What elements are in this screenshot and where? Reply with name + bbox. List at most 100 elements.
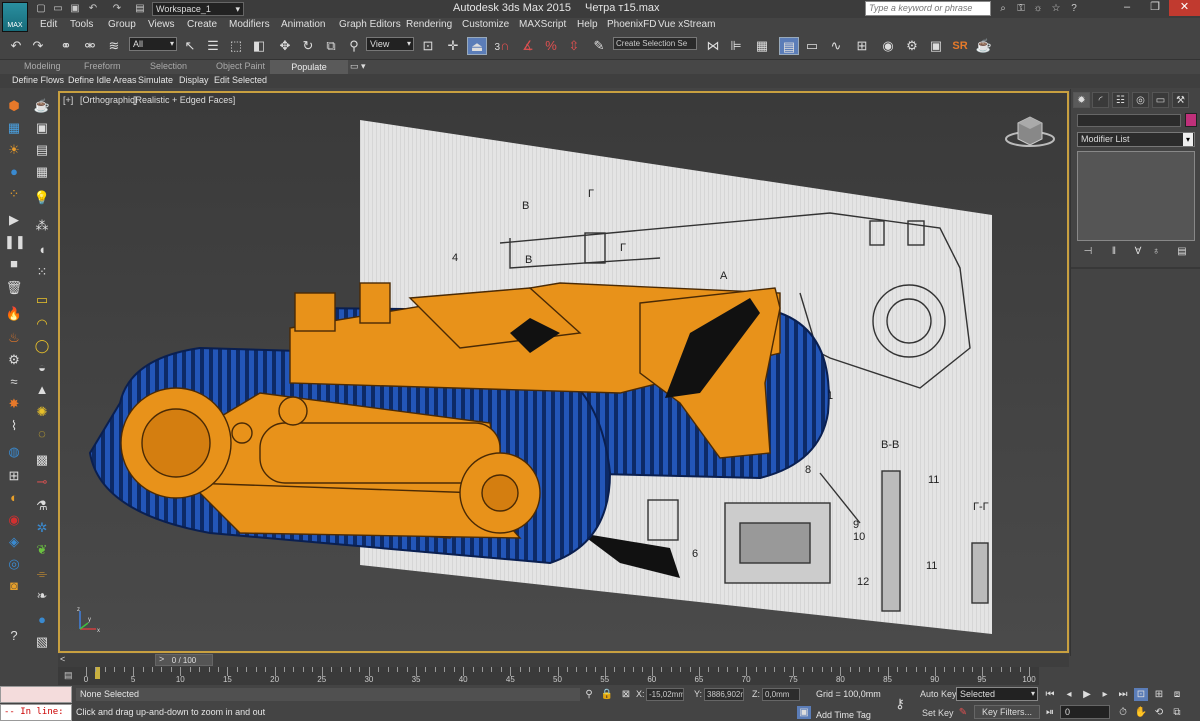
modify-tab-icon[interactable]: ◜ — [1092, 92, 1109, 108]
key-filters-button[interactable]: Key Filters... — [974, 705, 1040, 719]
simulate-button[interactable]: Simulate — [138, 75, 173, 85]
time-slider-next[interactable]: > — [159, 654, 164, 664]
edit-selected-button[interactable]: Edit Selected — [214, 75, 267, 85]
named-selection-set-dropdown[interactable]: Create Selection Se — [613, 37, 697, 50]
tab-selection[interactable]: Selection — [150, 61, 187, 71]
search-input[interactable]: Type a keyword or phrase — [865, 1, 991, 16]
remove-modifier-icon[interactable]: ♁ — [1147, 244, 1165, 260]
script-icon[interactable]: ▧ — [32, 632, 52, 652]
render-frame-icon[interactable]: ▣ — [32, 118, 52, 138]
create-tab-icon[interactable]: ✹ — [1073, 92, 1090, 108]
ribbon-options-button[interactable]: ▭ ▾ — [350, 61, 366, 72]
key-mode-dropdown[interactable]: Selected — [956, 687, 1038, 701]
link-icon[interactable]: ⚭ — [56, 37, 76, 55]
clipboard-icon[interactable]: ▤ — [32, 140, 52, 160]
time-config-icon[interactable]: ⏱ — [1116, 706, 1130, 719]
redo-icon[interactable]: ↷ — [110, 2, 124, 15]
menu-vue-xstream[interactable]: Vue xStream — [658, 19, 715, 30]
rendered-frame-window-icon[interactable]: ▣ — [926, 37, 946, 55]
table-icon[interactable]: ▦ — [32, 162, 52, 182]
unlink-icon[interactable]: ⚮ — [80, 37, 100, 55]
next-frame-icon[interactable]: ▸ — [1098, 688, 1112, 701]
menu-edit[interactable]: Edit — [40, 19, 57, 30]
time-slider[interactable]: < 0 / 100 > — [58, 654, 1069, 667]
light-icon[interactable]: 💡 — [32, 188, 52, 208]
x-coordinate-field[interactable]: -15,02mm — [646, 688, 684, 701]
keyboard-shortcut-icon[interactable]: ⏏ — [467, 37, 487, 55]
add-time-tag-button[interactable]: Add Time Tag — [816, 710, 871, 720]
cone-icon[interactable]: ▲ — [32, 380, 52, 400]
zoom-extents-icon[interactable]: ⊡ — [1134, 688, 1148, 701]
set-key-icon[interactable]: ⚷ — [893, 697, 907, 710]
maximize-button[interactable]: ❐ — [1141, 0, 1169, 16]
particles-icon[interactable]: ⁘ — [4, 184, 24, 204]
shell-icon[interactable]: ◒ — [32, 358, 52, 378]
spray-icon[interactable]: ⁂ — [32, 216, 52, 236]
time-slider-prev[interactable]: < — [60, 654, 70, 664]
menu-customize[interactable]: Customize — [462, 19, 509, 30]
menu-animation[interactable]: Animation — [281, 19, 325, 30]
liquid-source-icon[interactable]: ♨ — [4, 328, 24, 348]
orbit-icon[interactable]: ⟲ — [1152, 706, 1166, 719]
object-color-swatch[interactable] — [1185, 113, 1197, 127]
make-unique-icon[interactable]: ∀ — [1129, 244, 1147, 260]
menu-help[interactable]: Help — [577, 19, 598, 30]
field-of-view-icon[interactable]: ⧈ — [1170, 688, 1184, 701]
selection-lock-icon[interactable]: 🔒 — [600, 688, 614, 701]
stairs-icon[interactable]: ⌯ — [32, 564, 52, 584]
menu-modifiers[interactable]: Modifiers — [229, 19, 270, 30]
dome-icon[interactable]: ◠ — [32, 314, 52, 334]
window-crossing-icon[interactable]: ◧ — [249, 37, 269, 55]
sphere-icon[interactable]: ● — [4, 162, 24, 182]
select-rotate-icon[interactable]: ↻ — [298, 37, 318, 55]
menu-graph-editors[interactable]: Graph Editors — [339, 19, 401, 30]
spinner-snap-icon[interactable]: ⇳ — [564, 37, 584, 55]
modifier-list-dropdown[interactable]: Modifier List ▾ — [1077, 132, 1195, 147]
trackbar-menu-icon[interactable]: ▤ — [64, 670, 78, 682]
workspace-selector[interactable]: Workspace_1 — [152, 2, 244, 16]
pan-view-icon[interactable]: ✋ — [1134, 706, 1148, 719]
maximize-viewport-icon[interactable]: ⧉ — [1170, 706, 1184, 719]
pin-stack-icon[interactable]: ⊣ — [1079, 244, 1097, 260]
search-icon[interactable]: ⌕ — [995, 1, 1011, 16]
create-plane-icon[interactable]: ▦ — [4, 118, 24, 138]
go-to-start-icon[interactable]: ⏮ — [1043, 688, 1057, 701]
menu-group[interactable]: Group — [108, 19, 136, 30]
flask-icon[interactable]: ⚗ — [32, 496, 52, 516]
rectangular-selection-icon[interactable]: ⬚ — [226, 37, 246, 55]
teapot-icon[interactable]: ☕ — [32, 96, 52, 116]
isolate-selection-icon[interactable]: ⚲ — [582, 688, 596, 701]
auto-key-button[interactable]: Auto Key — [920, 689, 957, 699]
sphere-render-icon[interactable]: ● — [32, 610, 52, 630]
sr-plugin-icon[interactable]: SR — [950, 37, 970, 55]
application-button[interactable]: MAX — [2, 2, 28, 32]
fire-effect-icon[interactable]: ☀ — [4, 140, 24, 160]
render-setup-icon[interactable]: ⚙ — [902, 37, 922, 55]
show-end-result-icon[interactable]: ‖ — [1105, 244, 1123, 260]
configure-modifier-sets-icon[interactable]: ▤ — [1173, 244, 1191, 260]
maxscript-input[interactable]: -- In line: — [0, 704, 72, 721]
key-mode-toggle-icon[interactable]: ⏯ — [1043, 706, 1057, 719]
record-icon[interactable]: ◉ — [4, 510, 24, 530]
pause-icon[interactable]: ❚❚ — [4, 232, 26, 252]
wind-icon[interactable]: ⌇ — [4, 416, 24, 436]
tab-freeform[interactable]: Freeform — [84, 61, 121, 71]
favorites-icon[interactable]: ☆ — [1048, 1, 1064, 16]
modifier-stack[interactable] — [1077, 151, 1195, 241]
select-place-icon[interactable]: ⚲ — [344, 37, 364, 55]
time-tag-icon[interactable]: ▣ — [797, 706, 811, 719]
checker-icon[interactable]: ▩ — [32, 450, 52, 470]
save-file-icon[interactable]: ▣ — [68, 2, 82, 15]
hierarchy-tab-icon[interactable]: ☷ — [1112, 92, 1129, 108]
close-button[interactable]: ✕ — [1169, 0, 1200, 16]
trash-icon[interactable]: 🗑 — [4, 278, 24, 298]
reference-coordinate-dropdown[interactable]: View — [366, 37, 414, 51]
select-scale-icon[interactable]: ⧉ — [321, 37, 341, 55]
percent-snap-icon[interactable]: % — [541, 37, 561, 55]
cog-icon[interactable]: ✲ — [32, 518, 52, 538]
track-bar[interactable]: ▤ 0 5 10 15 20 25 30 35 40 45 50 55 60 65 70 75 80 85 90 95… — [58, 667, 1039, 685]
viewport-orthographic[interactable]: B Г 4 A 1 B B-B 11 Г-Г 8 9 10 6 12 11 Г — [58, 91, 1069, 653]
wave-icon[interactable]: ≈ — [4, 372, 24, 392]
schematic-view-icon[interactable]: ⊞ — [852, 37, 872, 55]
key-mode-icon[interactable]: ✎ — [956, 706, 970, 719]
